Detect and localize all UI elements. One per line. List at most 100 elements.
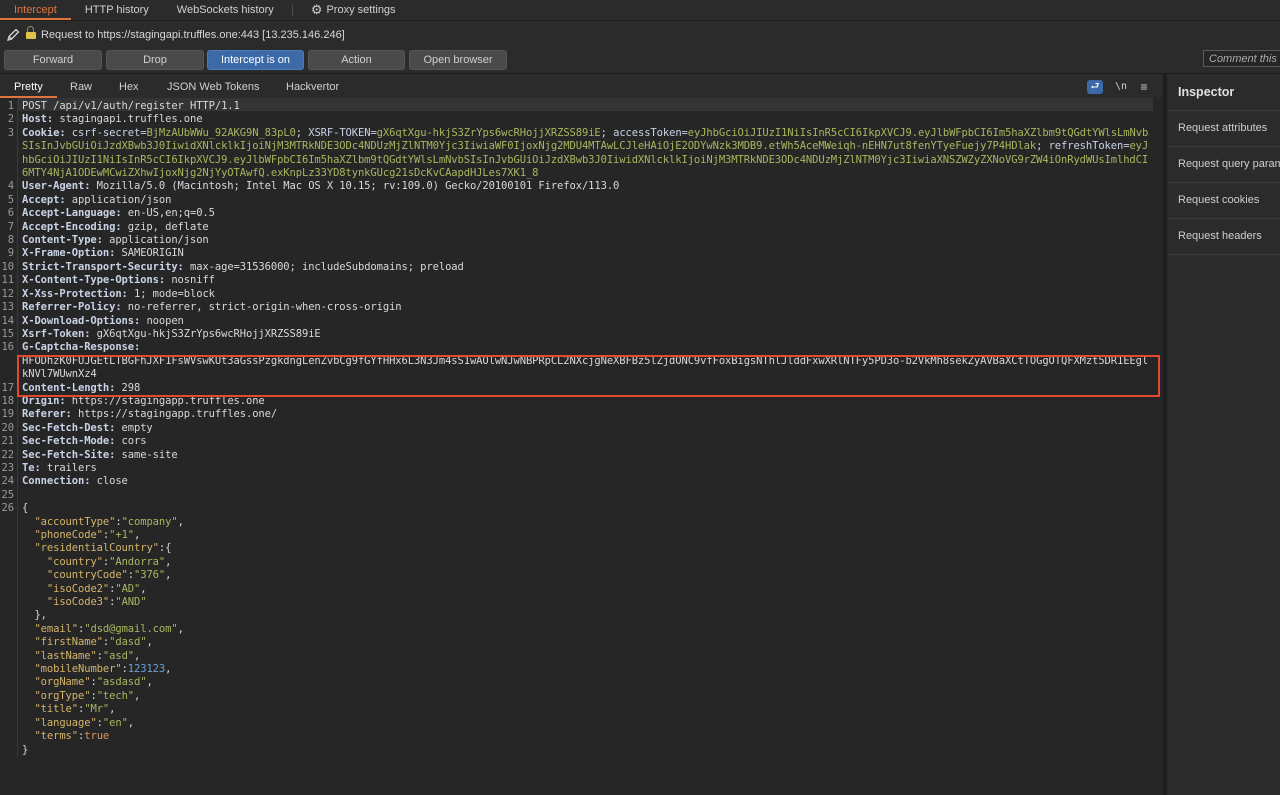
json-value: "en" (102, 716, 128, 729)
json-brace: { (165, 542, 172, 555)
json-key: "title" (34, 703, 79, 716)
code-view[interactable]: 1 POST /api/v1/auth/register HTTP/1.1 2 Ho… (0, 100, 1163, 757)
code-line: 1 POST /api/v1/auth/register HTTP/1.1 (0, 100, 1163, 114)
json-brace: } (22, 743, 29, 756)
header-name: Sec-Fetch-Dest: (22, 421, 116, 434)
line-number: 5 (7, 193, 14, 206)
header-name: X-Xss-Protection: (22, 287, 128, 300)
json-line: "mobileNumber":123123, (0, 663, 1163, 677)
code-line: 8 Content-Type: application/json (0, 234, 1163, 248)
tab-json-web-tokens[interactable]: JSON Web Tokens (167, 74, 260, 98)
request-editor[interactable]: Pretty Raw Hex JSON Web Tokens Hackverto… (0, 74, 1163, 795)
header-value: nosniff (165, 274, 215, 287)
header-name: Sec-Fetch-Mode: (22, 435, 116, 448)
json-value: 123123 (127, 663, 166, 676)
tab-raw[interactable]: Raw (70, 74, 92, 98)
cookie-key: ; refreshToken= (1036, 140, 1130, 153)
code-line: 16 G-Captcha-Response: HFODhzK0FUJGEtLTBGF… (1, 341, 1149, 382)
line-number: 23 (1, 461, 15, 474)
menu-icon[interactable]: ≡ (1138, 80, 1150, 94)
header-name: Referrer-Policy: (22, 301, 122, 314)
json-line: "orgType":"tech", (0, 689, 1163, 704)
tab-intercept[interactable]: Intercept (0, 1, 71, 20)
json-key: "phoneCode" (34, 529, 103, 541)
line-number: 10 (1, 260, 15, 273)
captcha-value: HFODhzK0FUJGEtLTBGFhJXF1FsWVswKUt3aGssPz… (22, 354, 1149, 381)
code-line: 11 X-Content-Type-Options: nosniff (0, 274, 1163, 288)
json-key: "residentialCountry" (34, 542, 159, 555)
cookie-key: csrf-secret= (65, 126, 147, 139)
gear-icon: ⚙ (310, 2, 323, 17)
header-value: https://stagingapp.truffles.one/ (71, 408, 278, 421)
lock-icon (26, 26, 36, 40)
code-line: 25 (0, 488, 1163, 503)
header-value: close (90, 475, 128, 488)
word-wrap-icon[interactable]: ⮐ (1087, 80, 1103, 94)
code-line: 18 Origin: https://stagingapp.truffles.on… (0, 394, 1163, 409)
json-line: "title":"Mr", (0, 703, 1163, 717)
cookie-value: BjMzAUbWWu_92AKG9N_83pL0 (146, 126, 296, 139)
line-number: 20 (1, 421, 15, 434)
comment-input[interactable]: Comment this item (1203, 50, 1280, 67)
drop-button[interactable]: Drop (106, 50, 204, 70)
json-key: "accountType" (34, 515, 116, 528)
header-name: Xsrf-Token: (22, 327, 91, 340)
json-key: "countryCode" (46, 569, 128, 582)
forward-button[interactable]: Forward (4, 50, 102, 70)
header-value: https://stagingapp.truffles.one (65, 394, 265, 407)
tab-hackvertor[interactable]: Hackvertor (286, 74, 339, 98)
json-line: "residentialCountry":{ (0, 542, 1163, 556)
json-line: "orgName":"asdasd", (0, 676, 1163, 690)
tab-pretty[interactable]: Pretty (0, 74, 57, 98)
json-line: "firstName":"dasd", (0, 636, 1163, 650)
code-line: 26{ (1, 502, 29, 516)
proxy-settings-label: Proxy settings (326, 4, 396, 16)
json-key: "country" (46, 555, 103, 568)
intercept-toggle-button[interactable]: Intercept is on (207, 50, 304, 70)
inspector-request-cookies[interactable]: Request cookies (1167, 183, 1280, 219)
code-line: 21 Sec-Fetch-Mode: cors (0, 435, 1163, 449)
header-value: en-US,en;q=0.5 (121, 207, 215, 220)
line-number: 11 (1, 274, 15, 287)
header-value: same-site (115, 448, 178, 461)
json-value: "dasd" (109, 636, 147, 649)
action-button[interactable]: Action (308, 50, 405, 70)
header-value: SAMEORIGIN (115, 247, 184, 260)
tab-websockets-history[interactable]: WebSockets history (163, 1, 288, 20)
header-value: 298 (115, 381, 141, 394)
line-number: 14 (1, 314, 15, 327)
header-name: User-Agent: (22, 180, 91, 193)
code-line: 15 Xsrf-Token: gX6qtXgu-hkjS3ZrYps6wcRHoj… (0, 327, 1163, 342)
header-name: Referer: (22, 408, 72, 421)
json-key: "mobileNumber" (34, 663, 122, 676)
json-value: "AND" (115, 596, 147, 609)
inspector-request-attributes[interactable]: Request attributes (1167, 111, 1280, 147)
inspector-request-query-parameters[interactable]: Request query parameters (1167, 147, 1280, 183)
newline-icon[interactable]: \n (1114, 80, 1128, 94)
json-line: } (0, 743, 1163, 757)
header-value: trailers (40, 461, 97, 474)
tab-hex[interactable]: Hex (119, 74, 139, 98)
json-line: }, (0, 609, 1163, 623)
header-name: Accept-Encoding: (22, 220, 122, 233)
header-value: application/json (65, 193, 172, 206)
header-name: Accept-Language: (22, 207, 122, 220)
code-line: 12 X-Xss-Protection: 1; mode=block (0, 287, 1163, 302)
code-line: 3 Cookie: csrf-secret=BjMzAUbWWu_92AKG9N_… (7, 126, 1149, 181)
header-value: 1; mode=block (127, 287, 215, 300)
inspector-request-headers[interactable]: Request headers (1167, 219, 1280, 255)
tab-proxy-settings[interactable]: ⚙ Proxy settings (297, 1, 410, 20)
json-value: "company" (121, 515, 178, 528)
line-number: 21 (1, 435, 15, 448)
tab-http-history[interactable]: HTTP history (71, 1, 163, 20)
json-value: "Mr" (84, 703, 110, 716)
open-browser-button[interactable]: Open browser (409, 50, 507, 70)
json-line: "isoCode2":"AD", (0, 582, 1163, 597)
pencil-icon[interactable] (6, 28, 20, 42)
header-name: Sec-Fetch-Site: (22, 448, 116, 461)
code-line: 22 Sec-Fetch-Site: same-site (0, 448, 1163, 462)
json-line: "country":"Andorra", (0, 555, 1163, 570)
header-value: no-referrer, strict-origin-when-cross-or… (121, 301, 402, 314)
json-key: "email" (34, 622, 79, 635)
code-line: 9 X-Frame-Option: SAMEORIGIN (0, 247, 1163, 261)
